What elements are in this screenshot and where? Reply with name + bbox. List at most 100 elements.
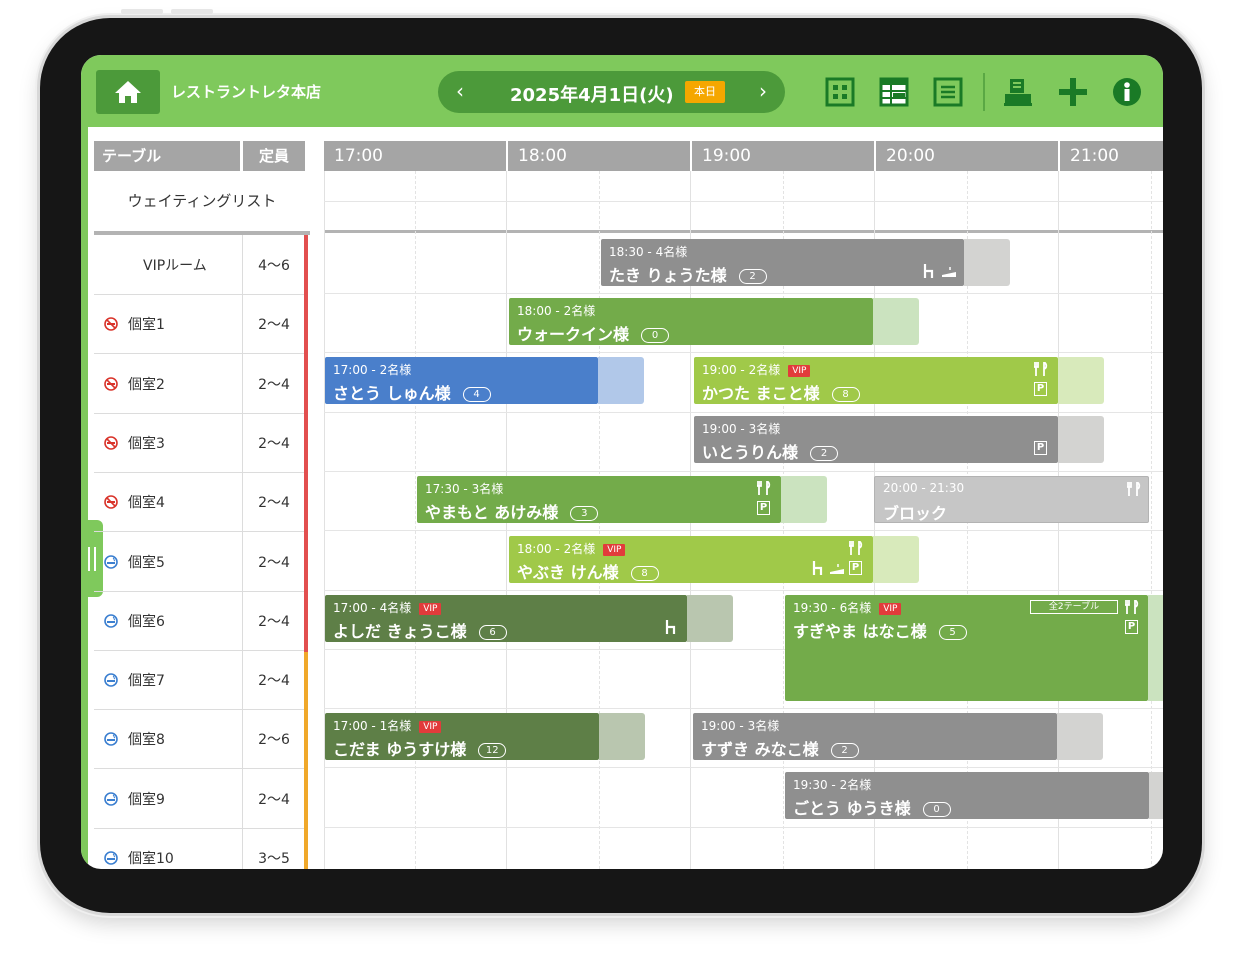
table-row-name[interactable]: 個室2 (94, 354, 242, 414)
res-count: 2 (738, 269, 767, 284)
list-icon (933, 77, 963, 107)
reservation-block[interactable]: 17:00 - 4名様 VIP よしだ きょうこ様 6 (325, 595, 733, 642)
cutlery-icon (757, 481, 771, 495)
row-grid-line (324, 471, 1163, 472)
current-date[interactable]: 2025年4月1日(火) (510, 81, 674, 107)
table-capacity: 4～6 (242, 235, 305, 295)
res-time: 17:00 (333, 363, 368, 377)
res-count: 8 (630, 566, 659, 581)
table-name: 個室1 (128, 316, 165, 333)
reservation-block[interactable]: 17:00 - 1名様 VIP こだま ゆうすけ様 12 (325, 713, 645, 760)
reservation-block[interactable]: 18:00 - 2名様 ウォークイン様 0 (509, 298, 919, 345)
table-capacity: 2～4 (242, 413, 305, 473)
waiting-list[interactable]: ウェイティングリスト (94, 171, 310, 231)
res-party: - 2名様 (740, 363, 781, 377)
table-name: 個室5 (128, 554, 165, 571)
reservation-block[interactable]: 18:00 - 2名様 VIP やぶき けん様 8 P (509, 536, 919, 583)
reservation-block[interactable]: 17:00 - 2名様 さとう しゅん様 4 (325, 357, 644, 404)
info-button[interactable] (1110, 75, 1144, 109)
row-grid-line (324, 767, 1163, 768)
res-name: やまもと あけみ様 (425, 503, 559, 522)
reservation-block[interactable]: 19:30 - 6名様 VIP すぎやま はなこ様 5 全2テーブル P (785, 595, 1163, 701)
table-capacity: 2～4 (242, 354, 305, 414)
res-count: 0 (641, 328, 670, 343)
res-time: 18:30 (609, 245, 644, 259)
res-time: 17:00 (333, 719, 368, 733)
cutlery-icon (1034, 362, 1048, 376)
res-party: - 4名様 (647, 245, 688, 259)
table-capacity: 2～6 (242, 709, 305, 769)
reservation-block[interactable]: 19:00 - 3名様 いとうりん様 2 P (694, 416, 1104, 463)
row-grid-line (324, 293, 1163, 294)
res-name: たき りょうた様 (609, 266, 727, 285)
reservation-block[interactable]: 19:30 - 2名様 ごとう ゆうき様 0 (785, 772, 1163, 819)
table-row-name[interactable]: 個室9 (94, 769, 242, 829)
layout-icon (825, 77, 855, 107)
row-grid-line (324, 708, 1163, 709)
table-row-name[interactable]: 個室1 (94, 294, 242, 354)
table-row-name[interactable]: 個室4 (94, 472, 242, 532)
table-name: 個室10 (128, 850, 174, 867)
res-name: すぎやま はなこ様 (793, 622, 927, 641)
reservation-block[interactable]: 18:30 - 4名様 たき りょうた様 2 (601, 239, 1010, 286)
app-header: レストラントレタ本店 ‹ 2025年4月1日(火) 本日 › (81, 55, 1163, 127)
res-count: 12 (478, 743, 507, 758)
add-reservation-button[interactable] (1056, 75, 1090, 109)
high-chair-icon (812, 561, 823, 575)
table-name: 個室7 (128, 672, 165, 689)
row-grid-line (324, 590, 1163, 591)
vip-badge: VIP (419, 603, 442, 615)
parking-icon: P (849, 561, 862, 575)
res-time: 17:00 (333, 601, 368, 615)
res-count: 0 (922, 802, 951, 817)
today-button[interactable]: 本日 (685, 81, 725, 103)
cake-icon (942, 267, 956, 277)
no-smoking-icon (104, 376, 122, 391)
table-row-name[interactable]: 個室7 (94, 650, 242, 710)
grid-line (1151, 171, 1152, 869)
grid-line (415, 171, 416, 869)
table-row-name[interactable]: 個室8 (94, 709, 242, 769)
table-capacity: 2～4 (242, 294, 305, 354)
block-tail (781, 476, 827, 523)
reservation-block[interactable]: 19:00 - 3名様 すずき みなこ様 2 (693, 713, 1103, 760)
no-smoking-icon (104, 435, 122, 450)
res-time: 18:00 (517, 542, 552, 556)
cake-icon (830, 564, 844, 574)
res-time: 19:00 (701, 719, 736, 733)
row-grid-line (324, 530, 1163, 531)
vip-badge: VIP (788, 365, 811, 377)
home-icon (115, 81, 141, 103)
status-line-red (304, 235, 308, 652)
list-view-button[interactable] (931, 75, 965, 109)
table-row-name[interactable]: 個室6 (94, 591, 242, 651)
table-name: 個室4 (128, 494, 165, 511)
home-button[interactable] (96, 70, 160, 114)
parking-icon: P (1034, 382, 1047, 396)
reservation-block[interactable]: 19:00 - 2名様 VIP かつた まこと様 8 P (694, 357, 1104, 404)
grid-icon (879, 77, 909, 107)
res-party: - 2名様 (555, 542, 596, 556)
layout-view-button[interactable] (823, 75, 857, 109)
res-party: - 1名様 (371, 719, 412, 733)
smoking-icon (104, 554, 122, 569)
timeline-view-button[interactable] (877, 75, 911, 109)
table-row-name[interactable]: 個室10 (94, 828, 242, 869)
reservation-block[interactable]: 17:30 - 3名様 やまもと あけみ様 3 P (417, 476, 827, 523)
hour-label: 17:00 (324, 141, 506, 171)
smoking-icon (104, 731, 122, 746)
table-row-name[interactable]: 個室5 (94, 532, 242, 592)
table-capacity: 2～4 (242, 591, 305, 651)
blocked-slot[interactable]: 20:00 - 21:30 ブロック (874, 476, 1149, 523)
table-row-name[interactable]: 個室3 (94, 413, 242, 473)
res-time: 17:30 (425, 482, 460, 496)
prev-date-button[interactable]: ‹ (448, 79, 472, 103)
parking-icon: P (1125, 620, 1138, 634)
res-party: - 2名様 (555, 304, 596, 318)
next-date-button[interactable]: › (751, 79, 775, 103)
no-smoking-icon (104, 316, 122, 331)
register-button[interactable] (1001, 75, 1035, 109)
res-count: 6 (478, 625, 507, 640)
table-row-name[interactable]: VIPルーム (94, 235, 242, 295)
res-name: すずき みなこ様 (701, 740, 819, 759)
